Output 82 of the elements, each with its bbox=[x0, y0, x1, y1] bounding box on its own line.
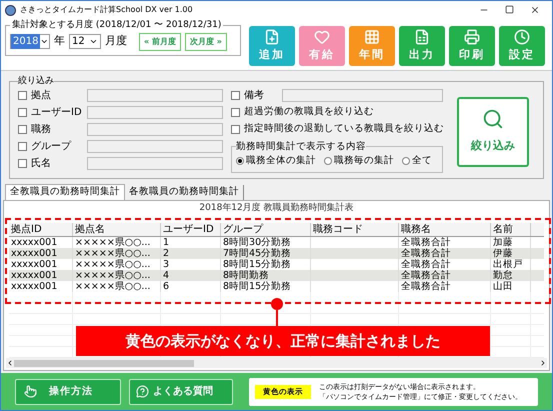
filter-label: 拠点 bbox=[31, 88, 52, 103]
month-unit: 月度 bbox=[105, 33, 127, 50]
toolbar-button[interactable]: 有給 bbox=[299, 26, 345, 66]
callout-pointer-drawing bbox=[271, 298, 283, 326]
report-title: 2018年12月度 教職員勤務時間集計表 bbox=[198, 202, 355, 215]
column-header[interactable]: ユーザーID bbox=[161, 223, 221, 236]
heart-icon bbox=[314, 28, 330, 45]
maximize-icon[interactable] bbox=[505, 5, 514, 14]
column-header[interactable]: 職務コード bbox=[311, 223, 399, 236]
table-cell: xxxxx001 bbox=[9, 281, 73, 292]
column-header[interactable]: 職務名 bbox=[399, 223, 491, 236]
checkbox[interactable] bbox=[231, 108, 240, 117]
tab[interactable]: 全教職員の勤務時間集計 bbox=[5, 184, 125, 200]
filter-label: 職務 bbox=[31, 122, 52, 137]
printer-icon bbox=[464, 28, 480, 45]
filter-field[interactable] bbox=[87, 123, 223, 136]
toolbar-button[interactable]: 出力 bbox=[399, 26, 445, 66]
checkbox[interactable] bbox=[231, 91, 240, 100]
year-select[interactable]: 2018 bbox=[10, 34, 50, 49]
checkbox[interactable] bbox=[231, 125, 240, 134]
filter-label: グループ bbox=[31, 140, 72, 154]
footer-button[interactable]: 操作方法 bbox=[15, 378, 121, 404]
table-cell: 山田 bbox=[491, 281, 531, 292]
app-icon bbox=[5, 4, 16, 16]
scroll-left-icon[interactable] bbox=[6, 359, 14, 367]
scrollbar-thumb[interactable] bbox=[14, 360, 194, 366]
radio-button[interactable] bbox=[236, 156, 244, 165]
table-cell: 全職務合計 bbox=[399, 281, 491, 292]
toolbar-button[interactable]: 設定 bbox=[499, 26, 545, 66]
table-cell: 8時間15分勤務 bbox=[221, 281, 311, 292]
filter-label: 氏名 bbox=[31, 156, 52, 171]
footer-button[interactable]: よくある質問 bbox=[129, 378, 233, 404]
radio-label: 職務毎の集計 bbox=[334, 154, 394, 168]
radio-label: 職務全体の集計 bbox=[246, 154, 316, 168]
close-icon[interactable] bbox=[530, 5, 540, 15]
month-select[interactable]: 12 bbox=[69, 34, 101, 49]
checkbox[interactable] bbox=[18, 91, 27, 100]
filter-field[interactable] bbox=[87, 106, 223, 119]
dropdown-icon bbox=[40, 37, 49, 46]
next-month-button[interactable]: 次月度 » bbox=[184, 32, 227, 50]
filter-title: 絞り込み bbox=[18, 75, 54, 88]
prev-month-button[interactable]: « 前月度 bbox=[139, 32, 181, 50]
toolbar-button[interactable]: 印刷 bbox=[449, 26, 495, 66]
summary-title: 勤務時間集計で表示する内容 bbox=[236, 140, 366, 154]
table-cell: ×××××県○○... bbox=[73, 281, 161, 292]
filter-label: ユーザーID bbox=[31, 106, 83, 120]
filter-field[interactable] bbox=[87, 89, 223, 102]
table-cell: 6 bbox=[161, 281, 221, 292]
filter-button[interactable]: 絞り込み bbox=[457, 96, 529, 166]
filter-field[interactable] bbox=[87, 157, 223, 170]
search-icon bbox=[482, 108, 504, 130]
question-bubble-icon bbox=[136, 385, 149, 398]
file-plus-icon bbox=[264, 28, 280, 45]
horizontal-scrollbar[interactable] bbox=[6, 358, 547, 368]
column-header[interactable]: 拠点名 bbox=[73, 223, 161, 236]
radio-button[interactable] bbox=[324, 156, 332, 165]
period-title: 集計対象とする月度 (2018/12/01 〜 2018/12/31) bbox=[11, 19, 222, 32]
radio-button[interactable] bbox=[402, 156, 410, 165]
filter-label: 備考 bbox=[244, 88, 265, 103]
clock-icon bbox=[514, 28, 530, 45]
scroll-right-icon[interactable] bbox=[539, 359, 547, 367]
column-header[interactable]: 名前 bbox=[491, 223, 531, 236]
window-title: さきっとタイムカード計算School DX ver 1.00 bbox=[20, 4, 193, 16]
column-header[interactable]: グループ bbox=[221, 223, 311, 236]
grid-icon bbox=[364, 28, 380, 45]
checkbox[interactable] bbox=[18, 108, 27, 117]
checkbox[interactable] bbox=[18, 159, 27, 168]
column-header[interactable]: 拠点ID bbox=[9, 223, 73, 236]
radio-label: 全て bbox=[412, 154, 432, 168]
filter-field[interactable] bbox=[282, 89, 443, 102]
year-unit: 年 bbox=[54, 33, 65, 50]
dropdown-icon bbox=[89, 37, 98, 46]
toolbar-button[interactable]: 年間 bbox=[349, 26, 395, 66]
checkbox[interactable] bbox=[18, 125, 27, 134]
callout-banner: 黄色の表示がなくなり、正常に集計されました bbox=[76, 326, 490, 356]
pointer-hand-icon bbox=[24, 385, 37, 398]
toolbar-button[interactable]: 追加 bbox=[249, 26, 295, 66]
filter-field[interactable] bbox=[87, 140, 223, 153]
option-label: 超過労働の教職員を絞り込む bbox=[244, 105, 374, 120]
checkbox[interactable] bbox=[18, 142, 27, 151]
spreadsheet-icon bbox=[414, 28, 430, 45]
option-label: 指定時間後の退勤している教職員を絞り込む bbox=[244, 122, 444, 136]
